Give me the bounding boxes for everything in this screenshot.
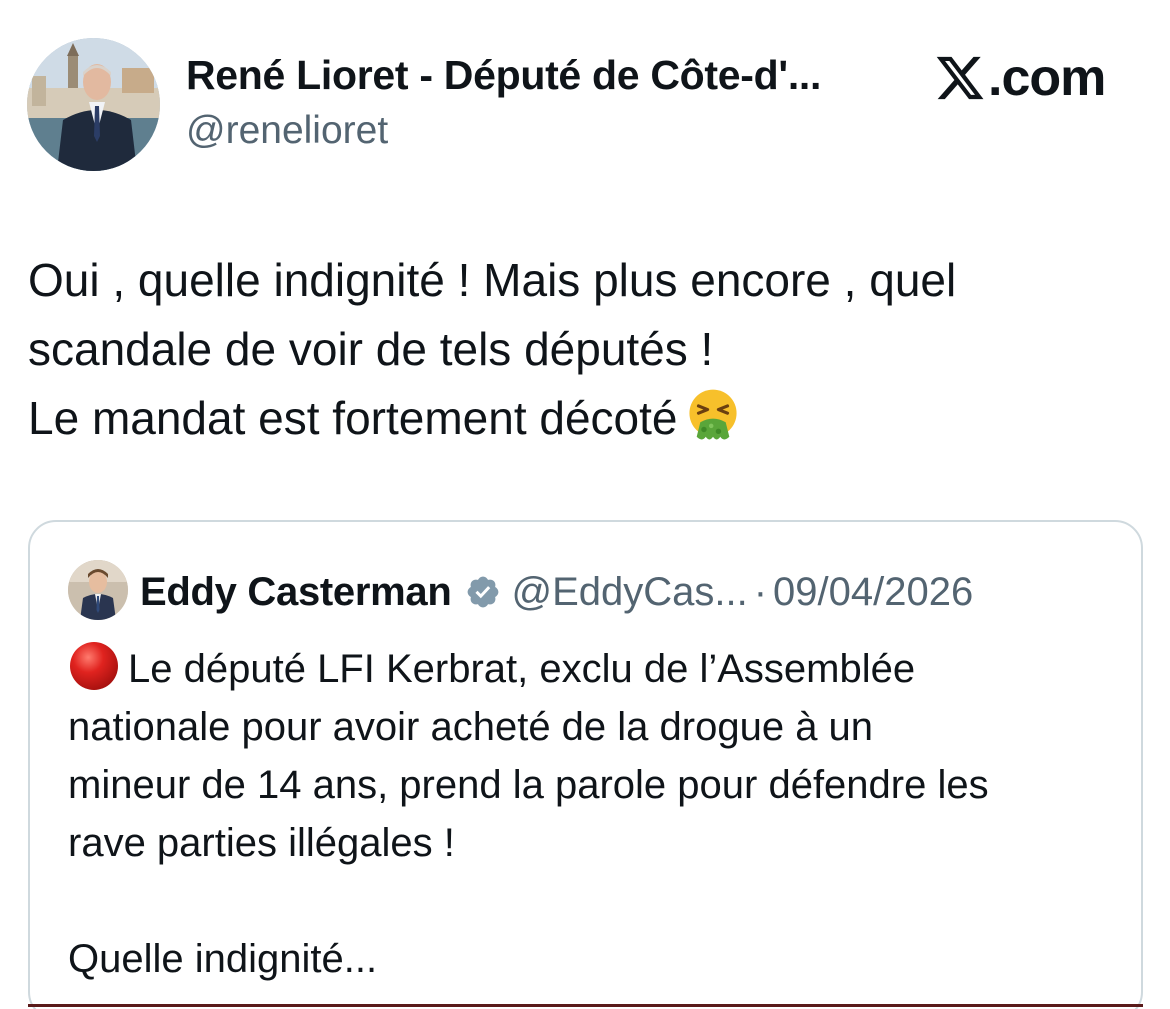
verified-badge-icon — [468, 576, 499, 608]
tweet-text: Oui , quelle indignité ! Mais plus encor… — [28, 246, 1138, 453]
tweet-line: Oui , quelle indignité ! Mais plus encor… — [28, 254, 957, 306]
header-separator: · — [753, 570, 768, 614]
quoted-tweet-card[interactable]: Eddy Casterman @EddyCas... · 09/04/2026 — [28, 520, 1143, 1009]
quoted-line: mineur de 14 ans, prend la parole pour d… — [68, 763, 989, 807]
quoted-author-name[interactable]: Eddy Casterman — [140, 564, 452, 620]
brand-text: .com — [988, 49, 1106, 107]
quoted-line: rave parties illégales ! — [68, 821, 455, 865]
author-name[interactable]: René Lioret - Député de Côte-d'... — [186, 52, 821, 99]
red-circle-icon — [70, 642, 118, 690]
quoted-line: Le député LFI Kerbrat, exclu de l’Assemb… — [128, 647, 916, 691]
quoted-header: Eddy Casterman @EddyCas... · 09/04/2026 — [140, 564, 973, 620]
quoted-line-with-marker: Le député LFI Kerbrat, exclu de l’Assemb… — [68, 640, 1128, 698]
quoted-line: nationale pour avoir acheté de la drogue… — [68, 705, 874, 749]
tweet-screenshot: René Lioret - Député de Côte-d'... @rene… — [0, 0, 1170, 1009]
quoted-date[interactable]: 09/04/2026 — [773, 564, 973, 620]
quoted-text: Le député LFI Kerbrat, exclu de l’Assemb… — [68, 640, 1128, 988]
x-logo-icon — [936, 56, 984, 100]
quoted-author-handle[interactable]: @EddyCas... — [511, 564, 747, 620]
author-avatar[interactable] — [27, 38, 160, 171]
tweet-line: Le mandat est fortement décoté — [28, 392, 678, 444]
quoted-closing-line: Quelle indignité... — [68, 937, 378, 981]
author-handle[interactable]: @renelioret — [186, 109, 388, 153]
x-com-brand: .com — [934, 48, 1106, 108]
tweet-line-with-emoji: Le mandat est fortement décoté — [28, 384, 1138, 453]
quoted-author-avatar[interactable] — [68, 560, 128, 620]
tweet-line: scandale de voir de tels députés ! — [28, 323, 714, 375]
media-edge-divider — [28, 1004, 1143, 1007]
vomiting-face-icon — [688, 389, 737, 440]
